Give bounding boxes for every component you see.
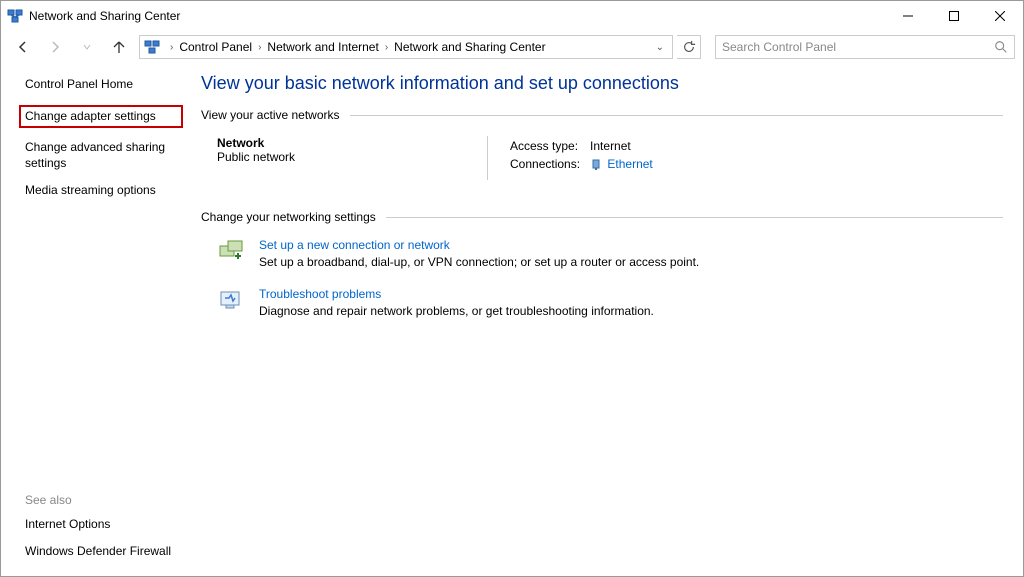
ethernet-icon (590, 159, 602, 171)
breadcrumb-network-internet[interactable]: Network and Internet (267, 40, 378, 54)
setup-connection-link[interactable]: Set up a new connection or network (259, 238, 699, 252)
network-sharing-icon (7, 8, 23, 24)
setup-connection-desc: Set up a broadband, dial-up, or VPN conn… (259, 255, 699, 269)
page-heading: View your basic network information and … (201, 73, 1003, 94)
access-type-label: Access type: (510, 138, 588, 154)
setup-connection-icon (217, 238, 245, 266)
sidebar-control-panel-home[interactable]: Control Panel Home (25, 77, 177, 93)
back-button[interactable] (9, 33, 37, 61)
sidebar: Control Panel Home Change adapter settin… (1, 63, 191, 576)
titlebar: Network and Sharing Center (1, 1, 1023, 31)
see-also-heading: See also (25, 493, 195, 507)
sidebar-change-adapter-settings[interactable]: Change adapter settings (19, 105, 183, 129)
troubleshoot-desc: Diagnose and repair network problems, or… (259, 304, 654, 318)
network-name: Network (217, 136, 467, 150)
sidebar-media-streaming-options[interactable]: Media streaming options (25, 183, 177, 199)
network-details: Access type: Internet Connections: Ether… (508, 136, 663, 180)
address-bar[interactable]: › Control Panel › Network and Internet ›… (139, 35, 673, 59)
breadcrumb-network-sharing[interactable]: Network and Sharing Center (394, 40, 545, 54)
search-input[interactable] (722, 40, 994, 54)
troubleshoot-item: Troubleshoot problems Diagnose and repai… (217, 287, 1003, 318)
troubleshoot-link[interactable]: Troubleshoot problems (259, 287, 654, 301)
nav-bar: › Control Panel › Network and Internet ›… (1, 31, 1023, 63)
active-networks-panel: Network Public network Access type: Inte… (217, 136, 1003, 180)
see-also-windows-defender-firewall[interactable]: Windows Defender Firewall (25, 544, 195, 560)
refresh-button[interactable] (677, 35, 701, 59)
access-type-value: Internet (590, 138, 661, 154)
close-button[interactable] (977, 1, 1023, 31)
vertical-divider (487, 136, 488, 180)
divider (386, 217, 1003, 218)
setup-connection-item: Set up a new connection or network Set u… (217, 238, 1003, 269)
see-also-internet-options[interactable]: Internet Options (25, 517, 195, 533)
chevron-down-icon[interactable]: ⌄ (656, 42, 668, 53)
see-also-section: See also Internet Options Windows Defend… (25, 493, 195, 560)
network-identity: Network Public network (217, 136, 467, 180)
network-type: Public network (217, 150, 467, 164)
chevron-right-icon[interactable]: › (385, 42, 388, 53)
minimize-button[interactable] (885, 1, 931, 31)
chevron-right-icon[interactable]: › (170, 42, 173, 53)
chevron-right-icon[interactable]: › (258, 42, 261, 53)
search-icon[interactable] (994, 40, 1008, 54)
connection-link[interactable]: Ethernet (607, 157, 652, 171)
breadcrumb-control-panel[interactable]: Control Panel (179, 40, 252, 54)
troubleshoot-icon (217, 287, 245, 315)
network-icon (144, 39, 160, 55)
divider (350, 115, 1003, 116)
search-box[interactable] (715, 35, 1015, 59)
window-title: Network and Sharing Center (29, 9, 180, 23)
forward-button[interactable] (41, 33, 69, 61)
window-controls (885, 1, 1023, 31)
change-settings-heading: Change your networking settings (201, 210, 1003, 224)
maximize-button[interactable] (931, 1, 977, 31)
content-area: View your basic network information and … (191, 63, 1023, 576)
sidebar-change-advanced-sharing[interactable]: Change advanced sharing settings (25, 140, 177, 171)
active-networks-heading: View your active networks (201, 108, 1003, 122)
recent-dropdown-icon[interactable] (73, 33, 101, 61)
connections-label: Connections: (510, 156, 588, 172)
up-button[interactable] (105, 33, 133, 61)
